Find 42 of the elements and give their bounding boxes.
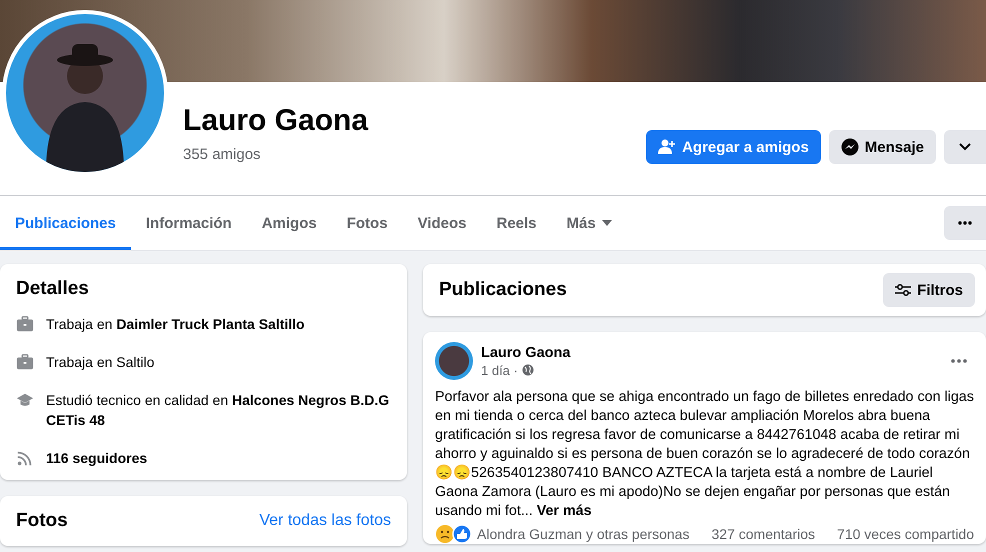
detail-text: Trabaja en Daimler Truck Planta Saltillo: [46, 315, 305, 334]
posts-title: Publicaciones: [439, 279, 567, 301]
dropdown-button[interactable]: [944, 130, 986, 164]
profile-tab[interactable]: Videos: [402, 196, 482, 250]
profile-tab[interactable]: Información: [130, 196, 247, 250]
detail-text: 116 seguidores: [46, 449, 148, 468]
filter-button[interactable]: Filtros: [883, 273, 975, 307]
reactions-text[interactable]: Alondra Guzman y otras personas: [477, 526, 690, 542]
profile-tab[interactable]: Reels: [481, 196, 552, 250]
message-button[interactable]: Mensaje: [828, 130, 936, 164]
photos-title: Fotos: [16, 510, 68, 532]
see-all-photos-link[interactable]: Ver todas las fotos: [259, 512, 391, 530]
chevron-down-icon: [959, 143, 971, 151]
see-more-link[interactable]: Ver más: [536, 503, 592, 519]
graduation-cap-icon: [16, 391, 34, 409]
detail-text: Trabaja en Saltilo: [46, 353, 154, 372]
add-person-icon: [658, 139, 676, 155]
post-author[interactable]: Lauro Gaona: [481, 344, 936, 360]
briefcase-icon: [16, 315, 34, 333]
post-text: Porfavor ala persona que se ahiga encontrado un fago de billetes enredado con ligas en mi tienda o cerca del banco azteca bulevar ampliación Morelos abra buena gratificación si los regresa favor de comunicarse a 8442761048 acaba de retirar mi ahorro y aguinaldo si es persona de buen corazón se lo agradeceré de todo corazón 😞😞5263540123807410 BANCO AZTECA la tarjeta está a nombre de Lauriel Gaona Zamora (Lauro es mi apodo)No se dejen engañar por personas que están usando mi fot... Ver más: [435, 388, 974, 521]
add-friend-button[interactable]: Agregar a amigos: [646, 130, 821, 164]
briefcase-icon: [16, 353, 34, 371]
post-time: 1 día ·: [481, 362, 518, 378]
sliders-icon: [895, 283, 912, 297]
caret-icon: [602, 220, 612, 226]
friends-count: 355 amigos: [183, 146, 262, 163]
profile-tab[interactable]: Publicaciones: [0, 196, 131, 250]
messenger-icon: [840, 138, 859, 156]
profile-tab[interactable]: Amigos: [246, 196, 332, 250]
more-options-button[interactable]: [944, 206, 986, 240]
more-icon: [951, 359, 967, 363]
profile-tab[interactable]: Fotos: [332, 196, 403, 250]
details-title: Detalles: [16, 278, 90, 300]
more-icon: [958, 221, 972, 225]
shares-count[interactable]: 710 veces compartido: [837, 526, 974, 542]
globe-icon: [522, 364, 534, 376]
comments-count[interactable]: 327 comentarios: [712, 526, 816, 542]
detail-text: Estudió tecnico en calidad en Halcones Negros B.D.G CETis 48: [46, 391, 390, 430]
profile-name: Lauro Gaona: [183, 104, 370, 138]
author-avatar: [435, 342, 473, 380]
more-tab[interactable]: Más: [552, 196, 627, 250]
rss-icon: [16, 449, 34, 467]
